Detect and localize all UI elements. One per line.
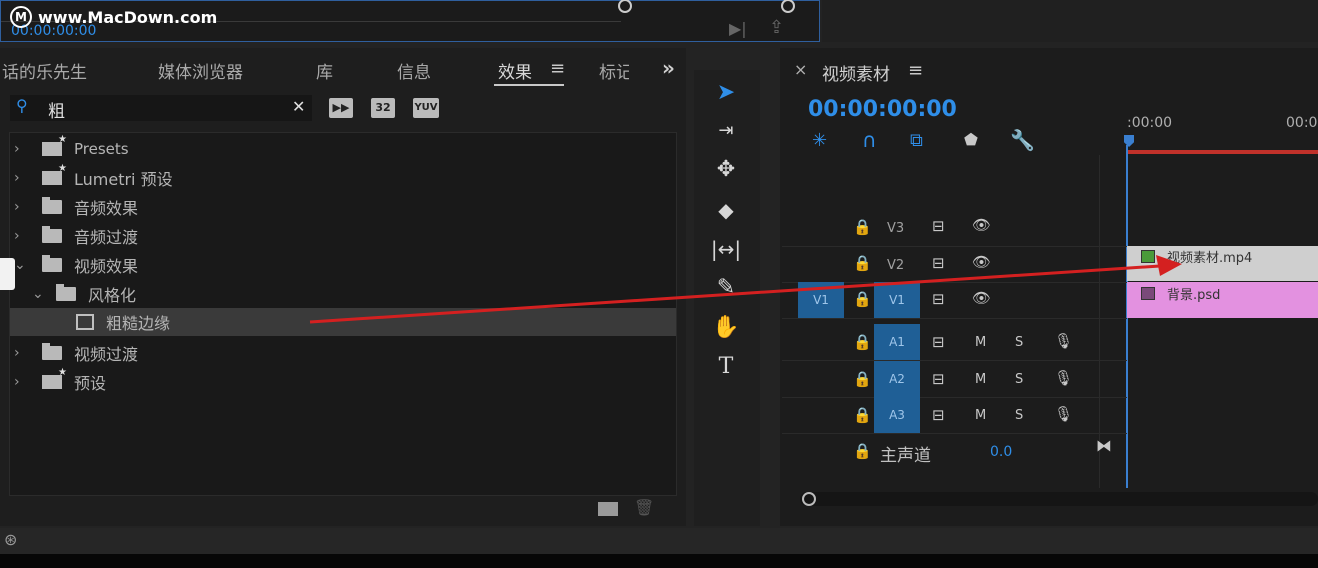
- bottom-bar: [0, 554, 1318, 568]
- creative-cloud-icon[interactable]: ⊛: [4, 530, 17, 549]
- arrow-head: [1156, 255, 1182, 276]
- annotation-arrow: [309, 255, 1182, 324]
- arrow-line: [309, 264, 1161, 324]
- status-bar: ⊛: [0, 528, 1318, 554]
